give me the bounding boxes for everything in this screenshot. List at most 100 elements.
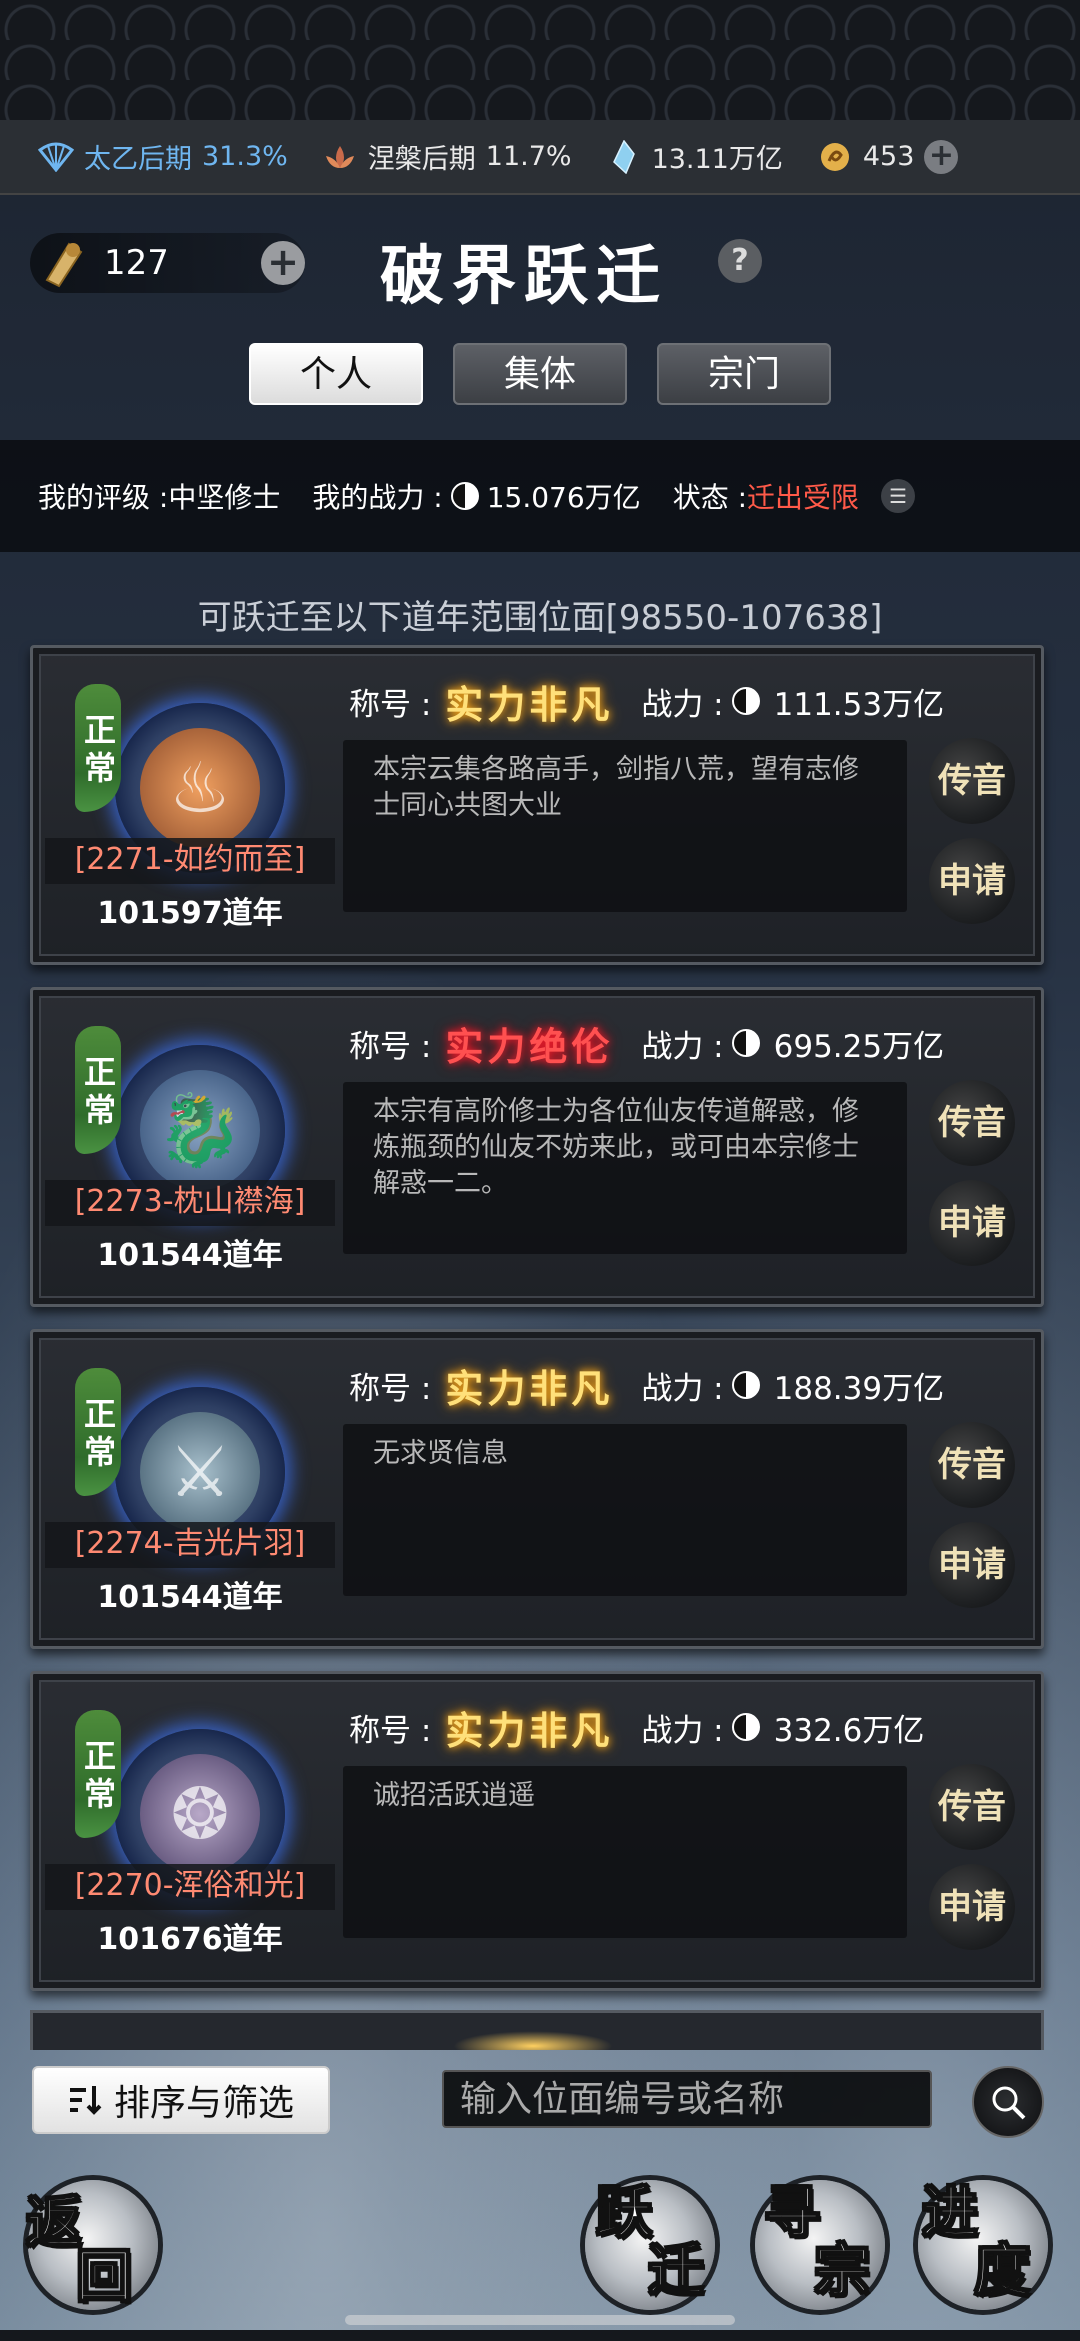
apply-label: 申请	[938, 1203, 1006, 1243]
power-value: 15.076万亿	[486, 481, 641, 514]
sect-info-line: 称号 : 实力非凡 战力 : 332.6万亿	[349, 1702, 925, 1753]
sect-name[interactable]: [2273-枕山襟海]	[45, 1180, 335, 1226]
gold[interactable]: 453 +	[817, 139, 959, 175]
token-value: 127	[104, 243, 169, 283]
sect-card: ♨ 正常 [2271-如约而至] 101597道年 称号 : 实力非凡 战力 :…	[30, 645, 1044, 965]
sort-icon	[69, 2086, 102, 2115]
sect-rank: 实力绝伦	[445, 1023, 614, 1069]
sect-year: 101676道年	[97, 1922, 283, 1957]
transmit-label: 传音	[938, 761, 1006, 801]
sect-power: 332.6万亿	[773, 1712, 925, 1749]
title-label: 称号 :	[349, 686, 432, 723]
sect-info-line: 称号 : 实力非凡 战力 : 111.53万亿	[349, 676, 945, 727]
sect-power: 111.53万亿	[773, 686, 945, 723]
page-title: 破界跃迁	[380, 239, 668, 314]
yin-yang-icon	[731, 687, 760, 715]
sect-name[interactable]: [2271-如约而至]	[45, 838, 335, 884]
transmit-label: 传音	[938, 1445, 1006, 1485]
sect-rank: 实力非凡	[445, 681, 614, 727]
status-seal: 正常	[75, 1026, 121, 1154]
transmit-button[interactable]: 传音	[929, 1080, 1015, 1166]
top-wave-pattern	[0, 0, 1080, 120]
status-bar: 我的评级 : 中坚修士 我的战力 : 15.076万亿 状态 : 迁出受限 ☰	[0, 440, 1080, 552]
sect-power: 188.39万亿	[773, 1370, 945, 1407]
progress-label-2: 度	[973, 2237, 1031, 2305]
tab-sect[interactable]: 宗门	[657, 343, 831, 405]
progress-label-1: 进	[921, 2179, 979, 2247]
sect-description: 无求贤信息	[343, 1424, 907, 1596]
lotus-icon	[322, 139, 358, 175]
sect-card-partial	[30, 2010, 1044, 2050]
help-button[interactable]: ?	[718, 239, 762, 283]
sect-power: 695.25万亿	[773, 1028, 945, 1065]
state-value: 迁出受限	[747, 481, 860, 514]
jump-label-1: 跃	[595, 2179, 653, 2247]
power-label: 战力 :	[641, 1370, 724, 1407]
status-seal: 正常	[75, 1710, 121, 1838]
cultivation-stage-1[interactable]: 太乙后期 31.3%	[38, 137, 288, 176]
sect-rank: 实力非凡	[445, 1365, 614, 1411]
status-seal: 正常	[75, 684, 121, 812]
power-label: 我的战力 :	[312, 481, 443, 514]
apply-button[interactable]: 申请	[929, 1522, 1015, 1608]
add-token-button[interactable]: +	[261, 241, 305, 285]
seek-label-2: 宗	[813, 2237, 871, 2305]
range-text: 可跃迁至以下道年范围位面[98550-107638]	[197, 598, 883, 638]
apply-button[interactable]: 申请	[929, 1864, 1015, 1950]
tab-personal[interactable]: 个人	[249, 343, 423, 405]
sect-card: 🐉 正常 [2273-枕山襟海] 101544道年 称号 : 实力绝伦 战力 :…	[30, 987, 1044, 1307]
title-label: 称号 :	[349, 1712, 432, 1749]
scroll-token-icon	[45, 242, 83, 287]
transmit-button[interactable]: 传音	[929, 738, 1015, 824]
sort-filter-button[interactable]: 排序与筛选	[32, 2066, 330, 2134]
add-gold-button[interactable]: +	[924, 139, 959, 174]
list-icon[interactable]: ☰	[881, 479, 916, 513]
tab-group[interactable]: 集体	[453, 343, 627, 405]
cultivation-stage-2[interactable]: 涅槃后期 11.7%	[322, 137, 572, 176]
seek-label-1: 寻	[763, 2179, 821, 2247]
apply-button[interactable]: 申请	[929, 1180, 1015, 1266]
sort-filter-label: 排序与筛选	[113, 2083, 294, 2124]
token-counter: 127 +	[30, 233, 305, 293]
sect-description: 诚招活跃逍遥	[343, 1766, 907, 1938]
coin-icon	[817, 139, 853, 175]
transmit-button[interactable]: 传音	[929, 1764, 1015, 1850]
rating-value: 中坚修士	[168, 481, 281, 514]
state-label: 状态 :	[672, 481, 748, 514]
sect-name[interactable]: [2274-吉光片羽]	[45, 1522, 335, 1568]
apply-label: 申请	[938, 1887, 1006, 1927]
sect-card: ⚔ 正常 [2274-吉光片羽] 101544道年 称号 : 实力非凡 战力 :…	[30, 1329, 1044, 1649]
fan-icon	[38, 139, 74, 175]
search-icon	[992, 2086, 1026, 2120]
sect-info-line: 称号 : 实力非凡 战力 : 188.39万亿	[349, 1360, 945, 1411]
cultivation-stage-1-value: 31.3%	[202, 141, 288, 172]
resource-bar: 太乙后期 31.3% 涅槃后期 11.7% 13.11万亿 453 +	[0, 120, 1080, 195]
apply-button[interactable]: 申请	[929, 838, 1015, 924]
tab-bar: 个人 集体 宗门	[0, 343, 1080, 407]
sect-card: ❂ 正常 [2270-浑俗和光] 101676道年 称号 : 实力非凡 战力 :…	[30, 1671, 1044, 1991]
transmit-button[interactable]: 传音	[929, 1422, 1015, 1508]
power-label: 战力 :	[641, 1712, 724, 1749]
search-input[interactable]	[442, 2070, 932, 2128]
sect-description: 本宗有高阶修士为各位仙友传道解惑，修炼瓶颈的仙友不妨来此，或可由本宗修士解惑一二…	[343, 1082, 907, 1254]
header: 127 + 破界跃迁 ?	[0, 225, 1080, 315]
cultivation-stage-2-label: 涅槃后期	[367, 144, 476, 175]
sect-name[interactable]: [2270-浑俗和光]	[45, 1864, 335, 1910]
search-button[interactable]	[972, 2066, 1044, 2138]
sect-year: 101544道年	[97, 1580, 283, 1615]
yin-yang-icon	[731, 1713, 760, 1741]
status-seal: 正常	[75, 1368, 121, 1496]
sect-rank: 实力非凡	[445, 1707, 614, 1753]
cultivation-stage-1-label: 太乙后期	[84, 144, 192, 175]
sect-description: 本宗云集各路高手，剑指八荒，望有志修士同心共图大业	[343, 740, 907, 912]
yin-yang-icon	[731, 1371, 760, 1399]
home-indicator	[345, 2315, 735, 2325]
sect-year: 101544道年	[97, 1238, 283, 1273]
transmit-label: 传音	[938, 1787, 1006, 1827]
yin-yang-icon	[731, 1029, 760, 1057]
spirit-stone[interactable]: 13.11万亿	[606, 137, 783, 176]
back-label-1: 返	[25, 2189, 83, 2257]
power-label: 战力 :	[641, 1028, 724, 1065]
apply-label: 申请	[938, 1545, 1006, 1585]
transmit-label: 传音	[938, 1103, 1006, 1143]
